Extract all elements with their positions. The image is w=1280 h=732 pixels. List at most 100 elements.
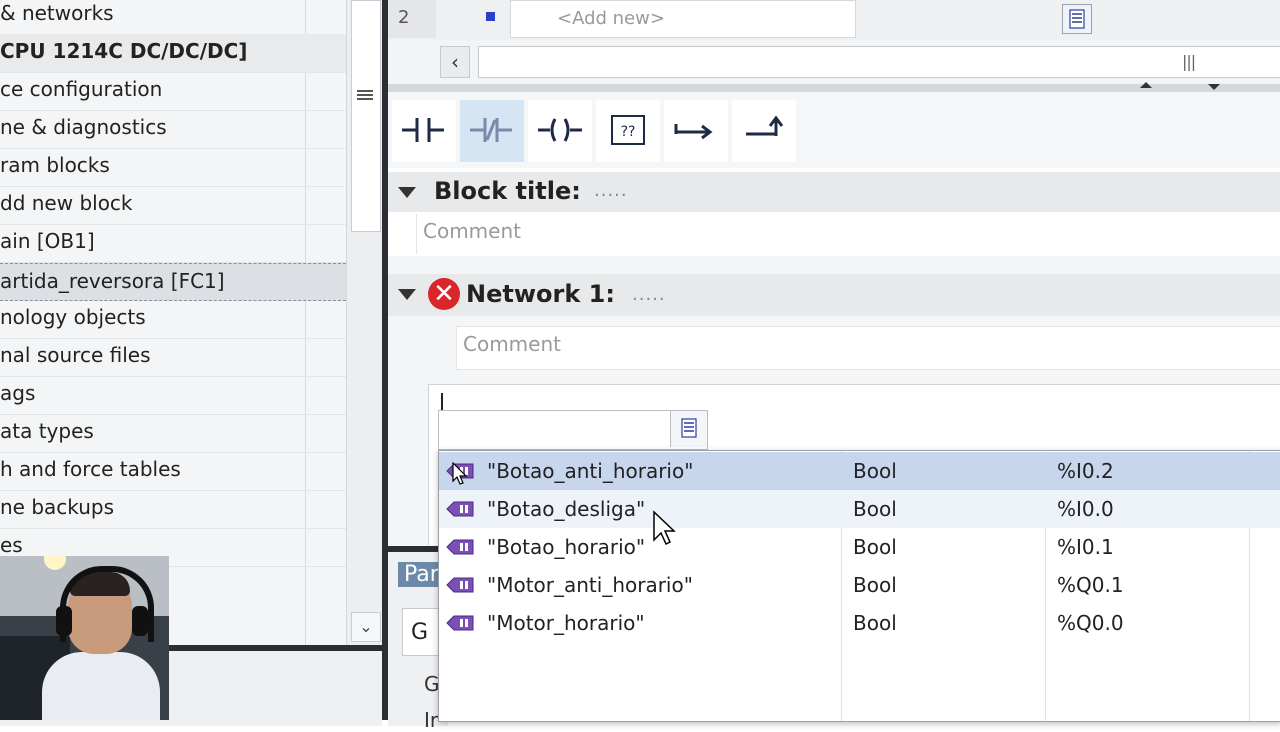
tag-icon <box>446 615 474 631</box>
parameter-icon <box>486 12 495 21</box>
tree-item-label: artida_reversora [FC1] <box>0 269 225 293</box>
tree-item-online-backups[interactable]: ne backups <box>0 490 346 529</box>
tree-item-label: ce configuration <box>0 77 163 101</box>
arrow-up-icon[interactable] <box>1140 82 1152 88</box>
tree-item-label: ata types <box>0 419 94 443</box>
tree-item-label: nal source files <box>0 343 151 367</box>
tree-item-data-types[interactable]: ata types <box>0 414 346 453</box>
tree-item[interactable]: nal source files <box>0 338 346 377</box>
tag-address: %Q0.0 <box>1057 611 1124 635</box>
tree-item-label: nology objects <box>0 305 146 329</box>
tree-item-main-ob1[interactable]: ain [OB1] <box>0 224 346 263</box>
tree-item-label: ram blocks <box>0 153 110 177</box>
tree-item[interactable]: nology objects <box>0 300 346 339</box>
inspector-row[interactable]: Ir <box>424 708 438 732</box>
tag-row[interactable]: "Botao_desliga" Bool %I0.0 <box>439 490 1280 528</box>
tree-item-label: CPU 1214C DC/DC/DC] <box>0 39 248 63</box>
svg-text:??: ?? <box>621 124 636 140</box>
tag-address: %I0.1 <box>1057 535 1114 559</box>
mouse-pointer-icon <box>653 510 676 546</box>
network-comment-placeholder: Comment <box>463 332 561 356</box>
tag-dropdown-list[interactable]: "Botao_anti_horario" Bool %I0.2 "Botao_d… <box>438 450 1280 722</box>
tree-item-plc-tags[interactable]: ags <box>0 376 346 415</box>
tree-item-label: h and force tables <box>0 457 181 481</box>
tag-type: Bool <box>853 573 897 597</box>
tree-item-add-new-block[interactable]: dd new block <box>0 186 346 225</box>
tag-row[interactable]: "Motor_anti_horario" Bool %Q0.1 <box>439 566 1280 604</box>
tree-item-label: dd new block <box>0 191 133 215</box>
coil-icon[interactable] <box>528 100 592 162</box>
close-branch-icon[interactable] <box>732 100 796 162</box>
block-title-header: Block title: ..... <box>388 172 1280 212</box>
tree-item[interactable]: & networks <box>0 0 346 35</box>
general-tab[interactable]: G <box>402 608 442 656</box>
tag-name: "Botao_desliga" <box>487 497 646 521</box>
tag-name: "Motor_anti_horario" <box>487 573 693 597</box>
open-branch-icon[interactable] <box>664 100 728 162</box>
ladder-toolbar: ?? <box>388 92 1280 168</box>
tree-item-cpu[interactable]: CPU 1214C DC/DC/DC] <box>0 34 346 73</box>
tree-scrollbar[interactable]: ⌄ <box>346 0 383 645</box>
tag-type: Bool <box>853 459 897 483</box>
empty-box-icon[interactable]: ?? <box>596 100 660 162</box>
chevron-left-icon[interactable]: ‹ <box>440 46 470 78</box>
tree-item-watch-force-tables[interactable]: h and force tables <box>0 452 346 491</box>
horizontal-scrollbar[interactable]: ‹ ||| <box>388 40 1280 84</box>
webcam-overlay <box>0 556 169 720</box>
scrollbar-thumb[interactable] <box>478 46 1280 78</box>
tree-item[interactable]: ne & diagnostics <box>0 110 346 149</box>
tree-item-label: ags <box>0 381 36 405</box>
tree-item-label: ain [OB1] <box>0 229 95 253</box>
tree-item-label: & networks <box>0 1 114 25</box>
tree-item-label: ne backups <box>0 495 115 519</box>
tag-icon <box>446 577 474 593</box>
no-contact-icon[interactable] <box>392 100 456 162</box>
list-icon[interactable] <box>1062 4 1092 34</box>
tag-row[interactable]: "Botao_horario" Bool %I0.1 <box>439 528 1280 566</box>
network-title-label: Network 1: <box>466 280 615 308</box>
tag-name: "Botao_horario" <box>487 535 646 559</box>
project-tree: & networks CPU 1214C DC/DC/DC] ce config… <box>0 0 346 645</box>
block-interface-table: 2 <Add new> <box>388 0 1280 40</box>
mouse-pointer-icon <box>452 462 468 485</box>
tag-address: %I0.2 <box>1057 459 1114 483</box>
collapse-triangle-icon[interactable] <box>398 289 416 300</box>
tag-type: Bool <box>853 535 897 559</box>
spacer <box>388 256 1280 274</box>
block-title-label: Block title: <box>434 177 581 205</box>
network-title-value[interactable]: ..... <box>632 284 666 305</box>
tree-item-label: ne & diagnostics <box>0 115 167 139</box>
block-title-value[interactable]: ..... <box>594 180 628 201</box>
block-comment-field[interactable]: Comment <box>416 214 1280 254</box>
network-comment-field[interactable]: Comment <box>456 326 1280 370</box>
collapse-triangle-icon[interactable] <box>398 187 416 198</box>
add-new-field[interactable]: <Add new> <box>510 0 856 38</box>
network-header: ✕ Network 1: ..... <box>388 274 1280 316</box>
editor-splitter[interactable] <box>388 82 1280 92</box>
tag-type: Bool <box>853 497 897 521</box>
tag-icon <box>446 539 474 555</box>
tag-name: "Motor_horario" <box>487 611 645 635</box>
block-comment-placeholder: Comment <box>423 219 521 243</box>
scrollbar-thumb[interactable] <box>351 0 381 232</box>
tag-input[interactable] <box>438 410 708 450</box>
tree-item-partida-reversora[interactable]: artida_reversora [FC1] <box>0 263 346 301</box>
arrow-down-icon[interactable] <box>1208 84 1220 90</box>
menu-icon[interactable] <box>357 88 373 104</box>
nc-contact-icon[interactable] <box>460 100 524 162</box>
add-new-placeholder: <Add new> <box>557 8 665 29</box>
tag-type: Bool <box>853 611 897 635</box>
error-icon: ✕ <box>428 278 460 310</box>
tag-name: "Botao_anti_horario" <box>487 459 694 483</box>
tag-address: %Q0.1 <box>1057 573 1124 597</box>
row-number: 2 <box>388 0 436 38</box>
tag-address: %I0.0 <box>1057 497 1114 521</box>
tag-list-icon[interactable] <box>670 411 707 447</box>
tree-item[interactable]: ce configuration <box>0 72 346 111</box>
tag-row[interactable]: "Botao_anti_horario" Bool %I0.2 <box>439 452 1280 490</box>
tree-item-program-blocks[interactable]: ram blocks <box>0 148 346 187</box>
grip-icon: ||| <box>1182 52 1196 71</box>
scroll-down-icon[interactable]: ⌄ <box>351 612 381 642</box>
tag-row[interactable]: "Motor_horario" Bool %Q0.0 <box>439 604 1280 642</box>
tag-icon <box>446 501 474 517</box>
